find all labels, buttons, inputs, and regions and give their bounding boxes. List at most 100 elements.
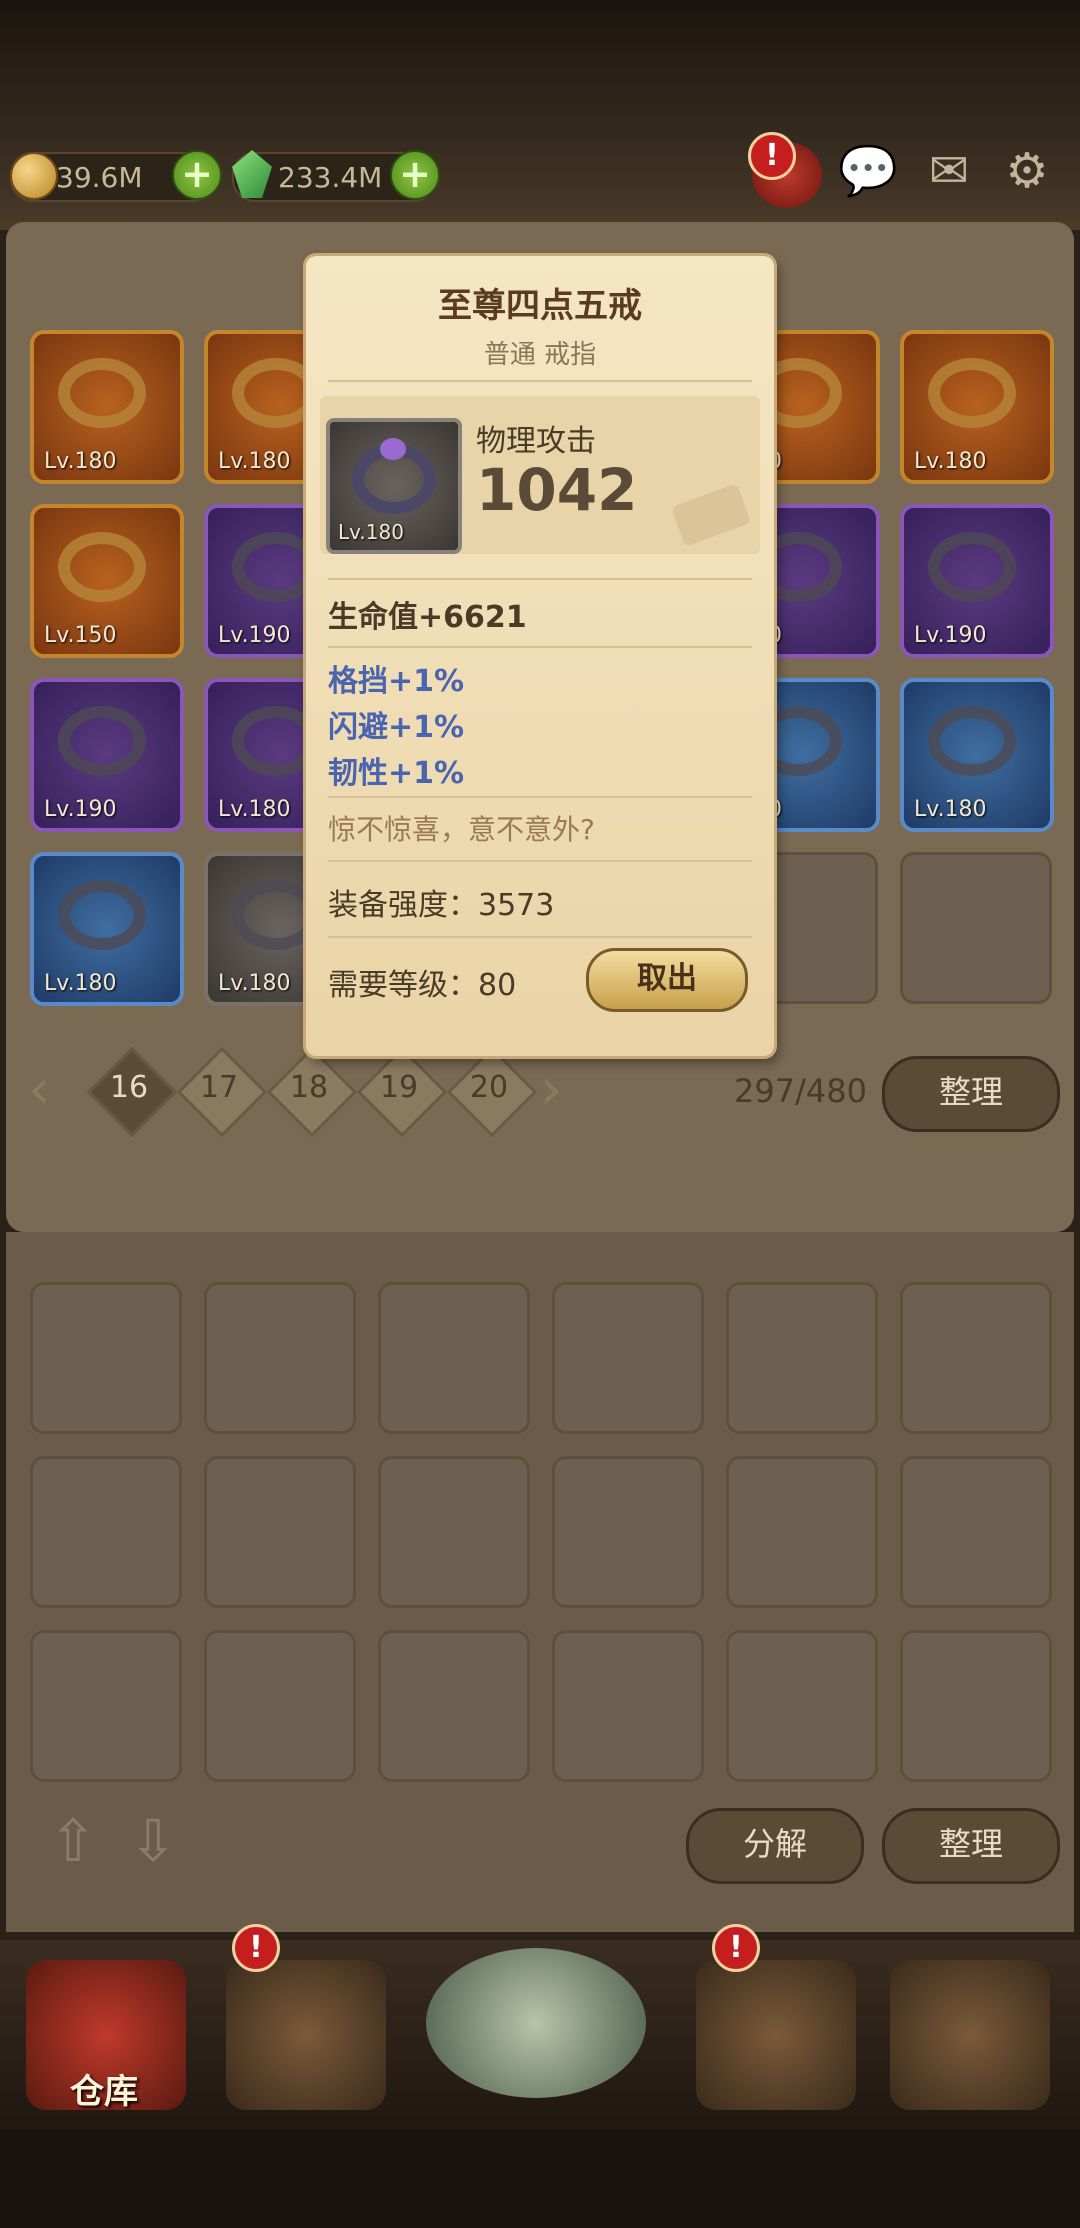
empty-slot[interactable] — [900, 1456, 1052, 1608]
gem-icon — [380, 438, 406, 460]
empty-slot[interactable] — [204, 1456, 356, 1608]
page-number[interactable]: 19 — [364, 1070, 434, 1105]
divider — [328, 860, 752, 862]
inventory-capacity: 297/480 — [734, 1072, 867, 1110]
gold-amount: 39.6M — [56, 160, 143, 194]
power-label: 装备强度： — [328, 888, 478, 923]
gem-amount: 233.4M — [278, 160, 383, 194]
empty-slot[interactable] — [378, 1282, 530, 1434]
empty-slot[interactable] — [204, 1630, 356, 1782]
treasure-alert-icon: ! — [712, 1924, 760, 1972]
empty-slot[interactable] — [900, 1282, 1052, 1434]
hp-stat: 生命值+6621 — [328, 600, 527, 635]
item-level-badge: Lv.180 — [44, 971, 117, 996]
gold-coin-icon — [10, 152, 58, 200]
item-level-badge: Lv.180 — [218, 449, 291, 474]
page-number[interactable]: 20 — [454, 1070, 524, 1105]
sort-inventory-button[interactable]: 整理 — [882, 1056, 1060, 1132]
scroll-up-arrow-icon[interactable]: ⇧ — [44, 1810, 102, 1872]
page-number[interactable]: 17 — [184, 1070, 254, 1105]
ring-icon — [58, 358, 146, 428]
power-row: 装备强度：3573 — [328, 880, 554, 924]
ring-item-slot[interactable]: Lv.180 — [30, 330, 184, 484]
item-level-badge: Lv.190 — [218, 623, 291, 648]
flavor-text: 惊不惊喜，意不意外? — [328, 813, 595, 846]
item-level-badge: Lv.180 — [338, 520, 404, 544]
event-alert-icon: ! — [748, 132, 796, 180]
add-gems-button[interactable]: + — [390, 150, 440, 200]
ring-item-slot[interactable]: Lv.190 — [30, 678, 184, 832]
divider — [328, 796, 752, 798]
item-level-badge: Lv.180 — [914, 449, 987, 474]
divider — [328, 380, 752, 382]
ring-item-slot[interactable]: Lv.150 — [30, 504, 184, 658]
take-out-button[interactable]: 取出 — [586, 948, 748, 1012]
mail-icon[interactable]: ✉ — [920, 142, 978, 200]
empty-slot[interactable] — [30, 1630, 182, 1782]
ring-icon — [928, 706, 1016, 776]
item-level-badge: Lv.180 — [218, 797, 291, 822]
ring-icon — [58, 880, 146, 950]
empty-slot[interactable] — [378, 1456, 530, 1608]
nav-forge-icon[interactable] — [890, 1960, 1050, 2110]
ring-icon — [58, 532, 146, 602]
ring-item-slot[interactable]: Lv.180 — [30, 852, 184, 1006]
nav-tavern-beer-icon[interactable] — [226, 1960, 386, 2110]
block-stat: 格挡+1% — [328, 664, 465, 699]
empty-slot[interactable] — [900, 1630, 1052, 1782]
empty-slot[interactable] — [552, 1456, 704, 1608]
item-level-badge: Lv.180 — [218, 971, 291, 996]
divider — [328, 646, 752, 648]
empty-slot[interactable] — [552, 1630, 704, 1782]
level-requirement-row: 需要等级：80 — [328, 960, 516, 1004]
empty-slot[interactable] — [726, 1630, 878, 1782]
item-level-badge: Lv.180 — [914, 797, 987, 822]
main-stat-label: 物理攻击 — [476, 424, 596, 459]
item-tooltip: 至尊四点五戒 普通 戒指 Lv.180 物理攻击 1042 生命值+6621 格… — [306, 256, 774, 1056]
empty-slot[interactable] — [726, 1456, 878, 1608]
empty-slot[interactable] — [552, 1282, 704, 1434]
add-gold-button[interactable]: + — [172, 150, 222, 200]
required-level-label: 需要等级： — [328, 968, 478, 1003]
required-level-value: 80 — [478, 968, 517, 1003]
item-level-badge: Lv.150 — [44, 623, 117, 648]
scroll-down-arrow-icon[interactable]: ⇩ — [124, 1810, 182, 1872]
nav-treasure-helmet-icon[interactable] — [696, 1960, 856, 2110]
decompose-button[interactable]: 分解 — [686, 1808, 864, 1884]
item-level-badge: Lv.180 — [44, 449, 117, 474]
nav-adventure-map-icon[interactable] — [426, 1948, 646, 2098]
sort-warehouse-button[interactable]: 整理 — [882, 1808, 1060, 1884]
empty-slot[interactable] — [204, 1282, 356, 1434]
bottom-strip — [0, 2130, 1080, 2228]
empty-slot[interactable] — [378, 1630, 530, 1782]
item-level-badge: Lv.190 — [44, 797, 117, 822]
empty-slot[interactable] — [900, 852, 1052, 1004]
ring-icon — [58, 706, 146, 776]
ring-item-slot[interactable]: Lv.190 — [900, 504, 1054, 658]
item-icon-frame: Lv.180 — [326, 418, 462, 554]
empty-slot[interactable] — [726, 1282, 878, 1434]
ring-icon — [928, 358, 1016, 428]
item-level-badge: Lv.190 — [914, 623, 987, 648]
dodge-stat: 闪避+1% — [328, 710, 465, 745]
main-stat-value: 1042 — [476, 456, 638, 524]
page-number[interactable]: 16 — [94, 1070, 164, 1105]
tavern-alert-icon: ! — [232, 1924, 280, 1972]
power-value: 3573 — [478, 888, 555, 923]
ring-icon — [928, 532, 1016, 602]
divider — [328, 578, 752, 580]
empty-slot[interactable] — [30, 1456, 182, 1608]
toughness-stat: 韧性+1% — [328, 756, 465, 791]
page-number[interactable]: 18 — [274, 1070, 344, 1105]
ring-item-slot[interactable]: Lv.180 — [900, 678, 1054, 832]
divider — [328, 936, 752, 938]
item-subtitle: 普通 戒指 — [483, 340, 597, 370]
ring-item-slot[interactable]: Lv.180 — [900, 330, 1054, 484]
prev-page-arrow-icon[interactable]: ‹ — [28, 1060, 68, 1120]
nav-warehouse-label: 仓库 — [70, 2072, 138, 2112]
chat-icon[interactable]: 💬 — [838, 142, 898, 200]
item-title: 至尊四点五戒 — [438, 286, 642, 326]
empty-slot[interactable] — [30, 1282, 182, 1434]
next-page-arrow-icon[interactable]: › — [540, 1060, 580, 1120]
settings-gear-icon[interactable]: ⚙ — [998, 142, 1056, 200]
